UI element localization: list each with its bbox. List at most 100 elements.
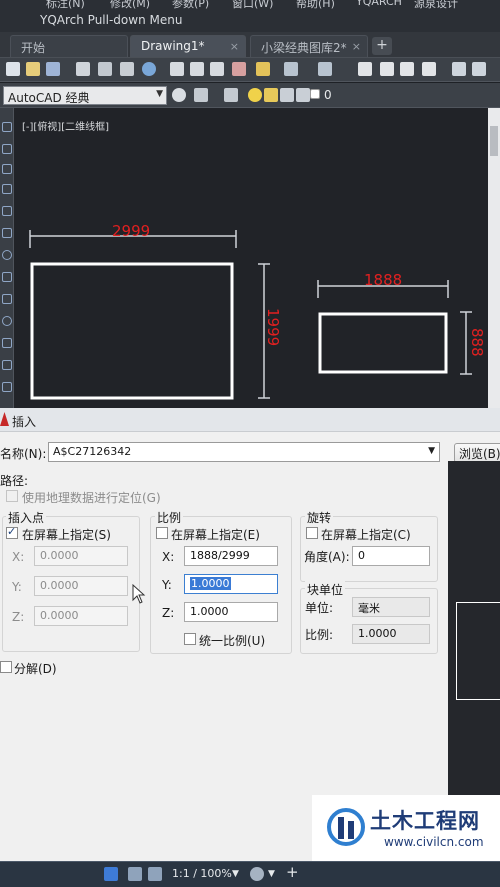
autocad-logo-icon [0, 412, 9, 426]
angle-label: 角度(A): [304, 550, 350, 564]
polyline-icon[interactable] [2, 164, 12, 174]
close-icon[interactable]: × [352, 40, 361, 53]
print-icon[interactable] [76, 62, 90, 76]
scale-z-input[interactable]: 1.0000 [184, 602, 278, 622]
menu-yuanquan[interactable]: 源泉设计 [414, 0, 458, 10]
yqarch-menu-title[interactable]: YQArch Pull-down Menu [40, 13, 182, 27]
layer-manager-icon[interactable] [224, 88, 238, 102]
browse-button[interactable]: 浏览(B) [454, 443, 500, 463]
revision-cloud-icon[interactable] [2, 272, 12, 282]
explode-checkbox[interactable] [0, 661, 12, 673]
publish-icon[interactable] [120, 62, 134, 76]
insertion-z-input[interactable]: 0.0000 [34, 606, 128, 626]
drawing-canvas[interactable]: [-][俯视][二维线框] 2999 1999 1888 888 [14, 108, 488, 408]
paste-icon[interactable] [210, 62, 224, 76]
construction-line-icon[interactable] [2, 144, 12, 154]
redo-icon[interactable] [318, 62, 332, 76]
layer-lock-icon[interactable] [280, 88, 294, 102]
name-label: 名称(N): [0, 447, 47, 461]
insertion-on-screen-checkbox[interactable] [6, 525, 18, 539]
angle-input[interactable]: 0 [352, 546, 430, 566]
workspace-select[interactable]: AutoCAD 经典 ▼ [3, 86, 167, 105]
line-icon[interactable] [2, 122, 12, 132]
site-watermark: 土木工程网 www.civilcn.com [312, 795, 500, 861]
scale-x-input[interactable]: 1888/2999 [184, 546, 278, 566]
gear-icon[interactable] [172, 88, 186, 102]
layer-plot-icon[interactable] [296, 88, 310, 102]
zoom-realtime-icon[interactable] [380, 62, 394, 76]
annotation-scale-value[interactable]: 1:1 / 100% [172, 867, 232, 880]
save-icon[interactable] [46, 62, 60, 76]
ellipse-icon[interactable] [2, 316, 12, 326]
gear-icon[interactable] [250, 867, 264, 881]
canvas-vertical-scrollbar[interactable] [488, 108, 500, 408]
brush-icon[interactable] [256, 62, 270, 76]
menu-parametric[interactable]: 参数(P) [172, 0, 209, 10]
cut-icon[interactable] [170, 62, 184, 76]
scale-on-screen-checkbox[interactable] [156, 527, 168, 539]
menu-yqarch[interactable]: YQARCH [356, 0, 402, 8]
rectangle-icon[interactable] [2, 206, 12, 216]
pan-icon[interactable] [358, 62, 372, 76]
annotation-scale-icon[interactable] [128, 867, 142, 881]
match-properties-icon[interactable] [232, 62, 246, 76]
plus-icon[interactable]: + [286, 863, 299, 881]
preview-icon[interactable] [98, 62, 112, 76]
mouse-pointer-icon [132, 584, 146, 604]
tab-start[interactable]: 开始 [10, 35, 128, 57]
scrollbar-thumb[interactable] [490, 126, 498, 156]
new-tab-button[interactable]: + [372, 37, 392, 55]
close-icon[interactable]: × [230, 40, 239, 53]
polygon-icon[interactable] [2, 184, 12, 194]
zoom-previous-icon[interactable] [422, 62, 436, 76]
zoom-window-icon[interactable] [400, 62, 414, 76]
block-a-width-label: 2999 [112, 222, 150, 240]
unit-factor-label: 比例: [305, 628, 334, 642]
menu-modify[interactable]: 修改(M) [110, 0, 150, 10]
design-center-icon[interactable] [472, 62, 486, 76]
layer-freeze-icon[interactable] [264, 88, 278, 102]
spline-icon[interactable] [2, 294, 12, 304]
block-a-rectangle[interactable] [30, 262, 234, 400]
web-icon[interactable] [142, 62, 156, 76]
chevron-down-icon[interactable]: ▼ [232, 869, 239, 879]
insertion-y-label: Y: [12, 580, 22, 594]
point-icon[interactable] [2, 382, 12, 392]
insertion-point-title: 插入点 [6, 509, 47, 526]
dialog-title-bar[interactable]: 插入 [0, 408, 500, 432]
block-name-combobox[interactable]: A$C27126342 ▼ [48, 442, 440, 462]
properties-icon[interactable] [452, 62, 466, 76]
current-layer-value[interactable]: 0 [324, 88, 332, 102]
block-b-rectangle[interactable] [318, 312, 448, 374]
insertion-x-input[interactable]: 0.0000 [34, 546, 128, 566]
tab-library[interactable]: 小梁经典图库2* × [250, 35, 368, 57]
scale-y-label: Y: [162, 578, 172, 592]
annotation-person-icon[interactable] [104, 867, 118, 881]
open-folder-icon[interactable] [26, 62, 40, 76]
menu-help[interactable]: 帮助(H) [296, 0, 335, 10]
scale-y-input[interactable]: 1.0000 [184, 574, 278, 594]
path-label: 路径: [0, 474, 29, 488]
workspace-settings-icon[interactable] [194, 88, 208, 102]
geo-location-checkbox[interactable] [6, 490, 18, 502]
insertion-y-input[interactable]: 0.0000 [34, 576, 128, 596]
uniform-scale-checkbox[interactable] [184, 633, 196, 645]
circle-icon[interactable] [2, 250, 12, 260]
menu-window[interactable]: 窗口(W) [232, 0, 273, 10]
rotation-on-screen-checkbox[interactable] [306, 527, 318, 539]
arc-icon[interactable] [2, 228, 12, 238]
new-file-icon[interactable] [6, 62, 20, 76]
annotation-visibility-icon[interactable] [148, 867, 162, 881]
layer-color-swatch[interactable] [310, 89, 320, 99]
block-b-height-label: 888 [468, 328, 486, 357]
make-block-icon[interactable] [2, 360, 12, 370]
menu-dimension[interactable]: 标注(N) [46, 0, 85, 10]
copy-icon[interactable] [190, 62, 204, 76]
layer-on-icon[interactable] [248, 88, 262, 102]
tab-drawing1[interactable]: Drawing1* × [130, 35, 246, 57]
undo-icon[interactable] [284, 62, 298, 76]
chevron-down-icon[interactable]: ▼ [268, 869, 275, 879]
insert-block-icon[interactable] [2, 338, 12, 348]
tab-label: Drawing1* [141, 39, 205, 53]
dialog-title: 插入 [12, 415, 37, 429]
